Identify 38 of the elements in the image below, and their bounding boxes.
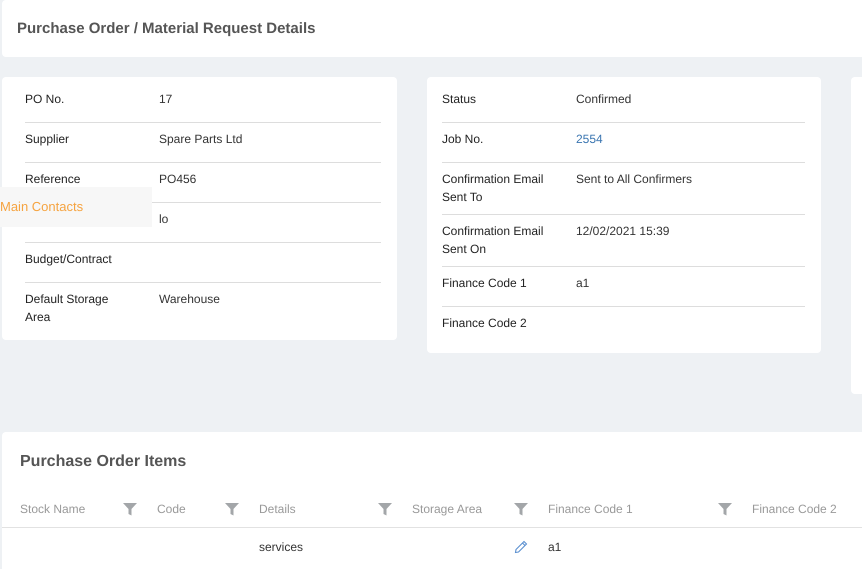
field-label: Reference [25, 171, 82, 188]
table-cell: services [259, 540, 304, 554]
filter-icon[interactable] [718, 502, 732, 516]
column-header[interactable]: Stock Name [20, 502, 86, 516]
page-title: Purchase Order / Material Request Details [17, 20, 316, 37]
field-label: Budget/Contract [25, 251, 113, 268]
field-label: Supplier [25, 131, 70, 148]
field-value: Confirmed [576, 91, 632, 108]
field-label: Status [442, 91, 478, 108]
field-label: Confirmation Email Sent To [442, 171, 544, 206]
column-header[interactable]: Code [157, 502, 186, 516]
field-label: Finance Code 1 [442, 275, 528, 292]
filter-icon[interactable] [123, 502, 137, 516]
filter-icon[interactable] [378, 502, 392, 516]
field-label: Default Storage Area [25, 291, 110, 326]
table-cell: a1 [548, 540, 562, 554]
field-value: lo [159, 211, 168, 228]
field-value: Spare Parts Ltd [159, 131, 242, 148]
field-label: Finance Code 2 [442, 315, 528, 332]
field-value: 12/02/2021 15:39 [576, 223, 670, 240]
filter-icon[interactable] [514, 502, 528, 516]
field-value: Warehouse [159, 291, 220, 308]
pencil-icon[interactable] [514, 540, 528, 554]
field-label: PO No. [25, 91, 66, 108]
filter-icon[interactable] [225, 502, 239, 516]
column-header[interactable]: Finance Code 2 [752, 502, 837, 516]
field-value: PO456 [159, 171, 196, 188]
field-value: 17 [159, 91, 172, 108]
section-title: Purchase Order Items [19, 452, 188, 472]
field-value: Sent to All Confirmers [576, 171, 692, 188]
column-header[interactable]: Storage Area [412, 502, 482, 516]
column-header[interactable]: Finance Code 1 [548, 502, 633, 516]
field-label: Confirmation Email Sent On [442, 223, 544, 258]
column-header[interactable]: Details [259, 502, 296, 516]
job-link[interactable]: 2554 [576, 130, 603, 154]
field-value: a1 [576, 275, 590, 292]
menu-item[interactable]: Main Contacts [0, 187, 152, 227]
field-label: Job No. [442, 131, 484, 148]
